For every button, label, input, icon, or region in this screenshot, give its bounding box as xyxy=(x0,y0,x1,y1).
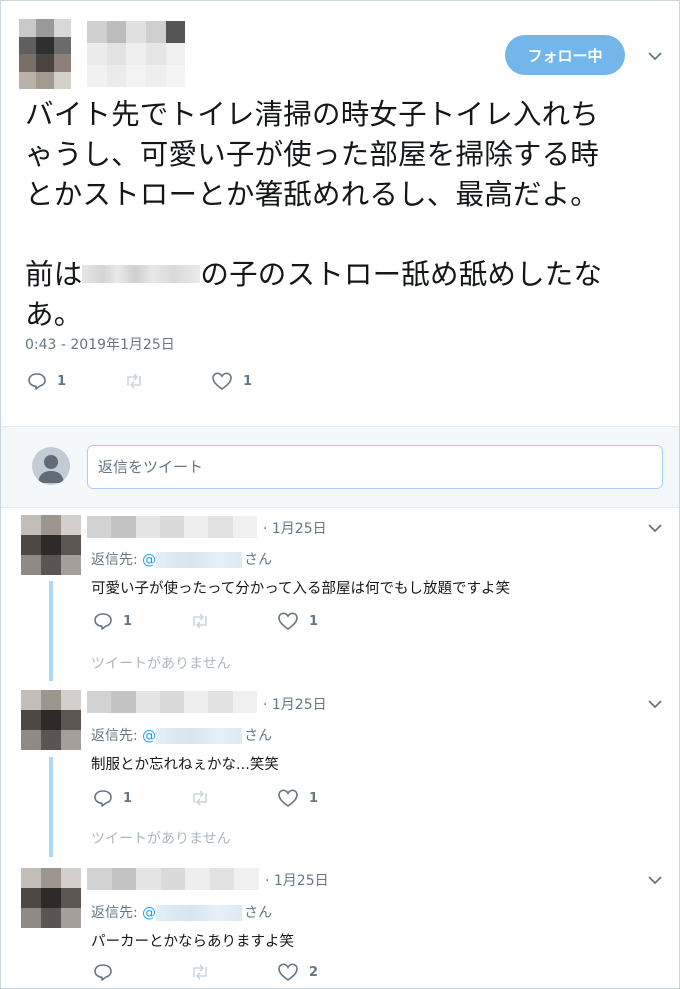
reply-avatar[interactable] xyxy=(21,515,81,575)
retweet-action[interactable] xyxy=(189,611,277,631)
reply-to-at[interactable]: @ xyxy=(142,905,156,921)
reply-date[interactable]: · 1月25日 xyxy=(265,870,329,890)
reply-count: 1 xyxy=(123,613,133,629)
reply-composer xyxy=(1,426,679,508)
reply-icon xyxy=(94,964,112,981)
like-count: 1 xyxy=(309,790,319,806)
author-avatar[interactable] xyxy=(19,19,71,89)
like-count: 1 xyxy=(243,373,253,389)
reply-icon xyxy=(94,790,112,807)
reply-icon xyxy=(94,613,112,630)
reply-to-at[interactable]: @ xyxy=(142,728,156,744)
reply-author-blurred[interactable] xyxy=(87,691,257,713)
reply-author-blurred[interactable] xyxy=(87,516,257,538)
chevron-down-icon[interactable] xyxy=(647,520,663,536)
heart-icon xyxy=(278,612,298,630)
reply-input[interactable] xyxy=(87,445,663,489)
like-action[interactable]: 1 xyxy=(277,611,318,631)
unavailable-tweet-notice: ツイートがありません xyxy=(91,656,231,672)
reply-action[interactable]: 1 xyxy=(93,611,189,631)
retweet-icon xyxy=(193,613,207,629)
redacted-text xyxy=(82,265,201,283)
reply-to-suffix: さん xyxy=(244,905,273,921)
reply-tweet: · 1月25日 返信先: @ さん 制服とか忘れねぇかな...笑笑 1 1 ツイー… xyxy=(1,684,679,860)
reply-icon xyxy=(28,373,46,390)
redacted-handle xyxy=(156,728,243,744)
reply-to-prefix: 返信先: xyxy=(91,905,143,921)
chevron-down-icon[interactable] xyxy=(647,696,663,712)
reply-date[interactable]: · 1月25日 xyxy=(263,694,327,714)
tweet-text-line: あ。 xyxy=(25,298,83,331)
reply-action[interactable] xyxy=(93,962,189,982)
reply-count: 1 xyxy=(123,790,133,806)
unavailable-tweet-notice: ツイートがありません xyxy=(91,831,231,847)
reply-avatar[interactable] xyxy=(21,690,81,750)
reply-text: 可愛い子が使ったって分かって入る部屋は何でもし放題ですよ笑 xyxy=(91,581,511,597)
reply-to-prefix: 返信先: xyxy=(91,728,143,744)
main-tweet: フォロー中 バイト先でトイレ清掃の時女子トイレ入れち ゃうし、可愛い子が使った部… xyxy=(1,1,679,426)
reply-text: パーカーとかならありますよ笑 xyxy=(91,934,294,950)
like-action[interactable]: 1 xyxy=(277,788,318,808)
reply-action[interactable]: 1 xyxy=(93,788,189,808)
tweet-text-fragment: の子のストロー舐め舐めしたな xyxy=(200,258,603,291)
like-action[interactable]: 2 xyxy=(277,962,318,982)
reply-tweet: · 1月25日 返信先: @ さん 可愛い子が使ったって分かって入る部屋は何でもし… xyxy=(1,508,679,684)
reply-text: 制服とか忘れねぇかな...笑笑 xyxy=(91,757,279,773)
reply-to-prefix: 返信先: xyxy=(91,552,143,568)
retweet-icon xyxy=(193,790,207,806)
heart-icon xyxy=(278,963,298,981)
chevron-down-icon[interactable] xyxy=(647,48,663,64)
reply-to-suffix: さん xyxy=(244,728,273,744)
like-count: 2 xyxy=(309,964,319,980)
redacted-handle xyxy=(156,905,243,921)
reply-to-at[interactable]: @ xyxy=(142,552,156,568)
retweet-icon xyxy=(127,373,141,389)
reply-to-line: 返信先: @ さん xyxy=(91,902,272,922)
follow-button[interactable]: フォロー中 xyxy=(505,35,625,75)
reply-to-suffix: さん xyxy=(244,552,273,568)
tweet-text-line: 前は の子のストロー舐め舐めしたな xyxy=(25,255,665,295)
tweet-actions: 1 1 xyxy=(27,371,252,391)
reply-actions: 1 1 xyxy=(93,788,318,808)
retweet-action[interactable] xyxy=(123,371,211,391)
tweet-timestamp[interactable]: 0:43 - 2019年1月25日 xyxy=(25,334,175,354)
tweet-text: バイト先でトイレ清掃の時女子トイレ入れち ゃうし、可愛い子が使った部屋を掃除する… xyxy=(25,95,665,335)
like-action[interactable]: 1 xyxy=(211,371,252,391)
user-avatar xyxy=(32,447,70,485)
reply-actions: 2 xyxy=(93,962,318,982)
retweet-action[interactable] xyxy=(189,788,277,808)
retweet-action[interactable] xyxy=(189,962,277,982)
reply-action[interactable]: 1 xyxy=(27,371,123,391)
reply-avatar[interactable] xyxy=(21,868,81,928)
reply-date[interactable]: · 1月25日 xyxy=(263,518,327,538)
reply-actions: 1 1 xyxy=(93,611,318,631)
tweet-text-line: ゃうし、可愛い子が使った部屋を掃除する時 xyxy=(25,138,600,171)
tweet-text-fragment: 前は xyxy=(25,258,83,291)
heart-icon xyxy=(278,789,298,807)
reply-author-blurred[interactable] xyxy=(87,868,259,890)
tweet-text-line: とかストローとか箸舐めれるし、最高だよ。 xyxy=(25,178,600,211)
retweet-icon xyxy=(193,964,207,980)
author-name-blurred[interactable] xyxy=(87,21,205,87)
tweet-page: フォロー中 バイト先でトイレ清掃の時女子トイレ入れち ゃうし、可愛い子が使った部… xyxy=(0,0,680,989)
redacted-handle xyxy=(156,552,243,568)
tweet-text-line: バイト先でトイレ清掃の時女子トイレ入れち xyxy=(25,98,600,131)
reply-count: 1 xyxy=(57,373,67,389)
reply-tweet: · 1月25日 返信先: @ さん パーカーとかならありますよ笑 2 xyxy=(1,860,679,988)
like-count: 1 xyxy=(309,613,319,629)
reply-to-line: 返信先: @ さん xyxy=(91,725,272,745)
heart-icon xyxy=(212,372,232,390)
chevron-down-icon[interactable] xyxy=(647,872,663,888)
reply-to-line: 返信先: @ さん xyxy=(91,549,272,569)
